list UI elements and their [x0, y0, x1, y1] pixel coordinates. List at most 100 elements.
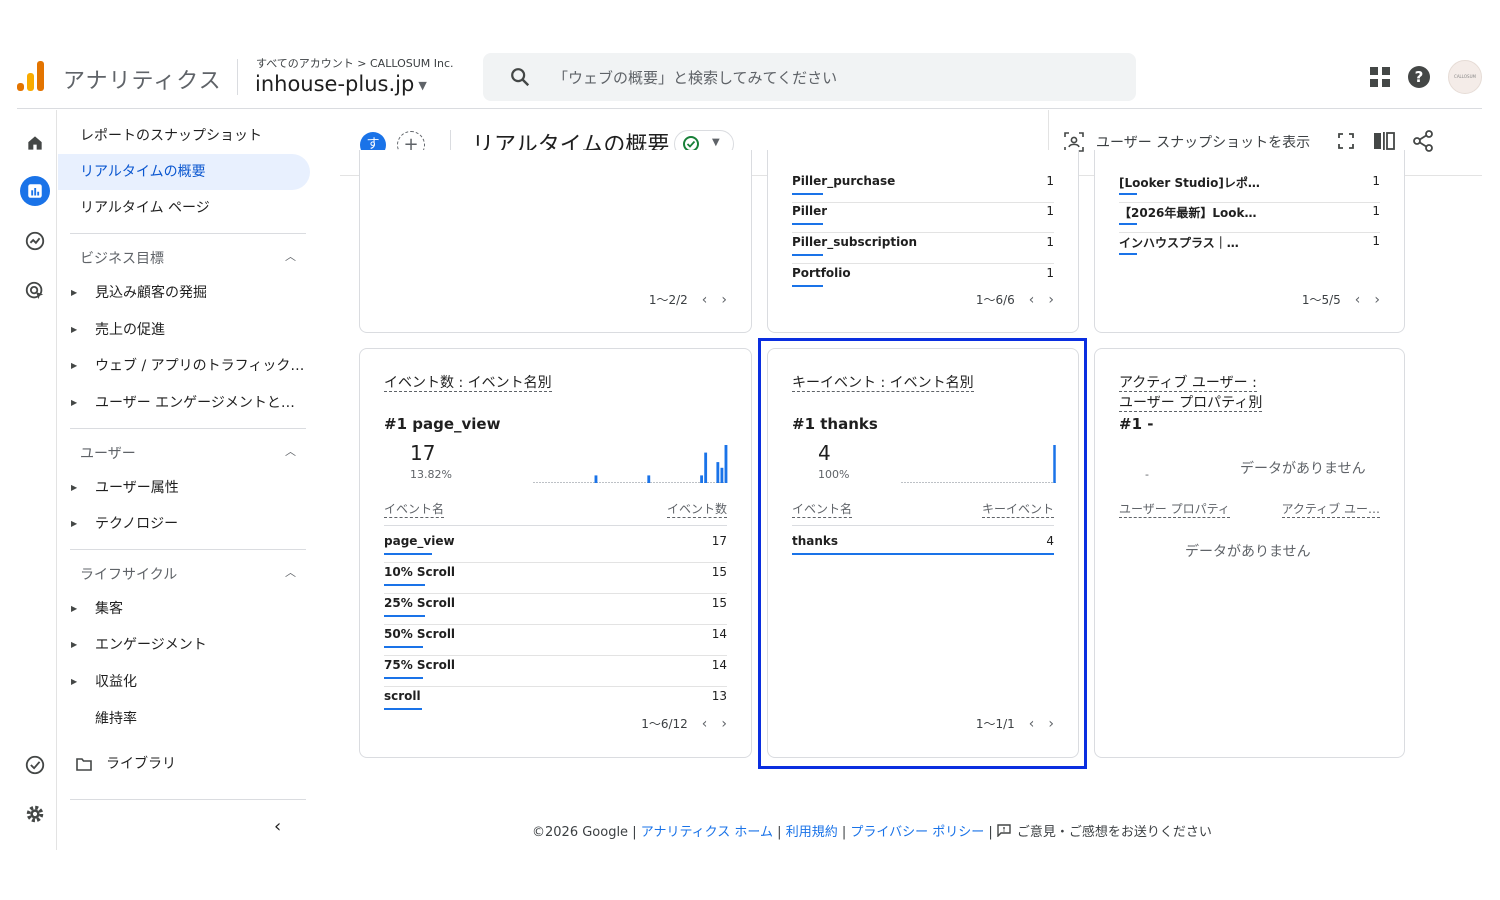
chevron-right-icon[interactable]: › — [1374, 292, 1380, 308]
section-lifecycle[interactable]: ライフサイクル ︿ — [80, 564, 296, 584]
advertising-icon[interactable] — [20, 276, 50, 306]
row-bar — [384, 615, 426, 617]
column-header-event-count[interactable]: イベント数 — [666, 500, 727, 518]
card-active-users-by-user-property: アクティブ ユーザー : ユーザー プロパティ別 #1 - - データがありませ… — [1094, 348, 1405, 758]
nav-item-technology[interactable]: ▶ テクノロジー — [58, 506, 310, 542]
feedback-link[interactable]: ご意見・ご感想をお送りください — [997, 824, 1212, 840]
reports-icon[interactable] — [20, 176, 50, 206]
section-business-objectives[interactable]: ビジネス目標 ︿ — [80, 248, 296, 268]
chevron-left-icon[interactable]: ‹ — [702, 292, 708, 308]
row-label: 10% Scroll — [384, 565, 456, 579]
apps-grid-icon[interactable] — [1370, 67, 1390, 87]
table-row[interactable]: Piller_subscription 1 — [792, 235, 1054, 266]
privacy-link[interactable]: プライバシー ポリシー — [850, 825, 984, 840]
table-row[interactable]: 【2026年最新】Look… 1 — [1119, 204, 1380, 235]
caret-down-icon: ▼ — [418, 78, 427, 92]
home-icon[interactable] — [20, 128, 50, 158]
nav-item-sales[interactable]: ▶ 売上の促進 — [58, 312, 310, 348]
property-selector[interactable]: inhouse-plus.jp ▼ — [255, 72, 427, 96]
table-row[interactable]: page_view 17 — [384, 534, 727, 565]
collapse-nav-chevron-left-icon[interactable]: ‹ — [274, 816, 281, 837]
top-app-bar: アナリティクス すべてのアカウント > CALLOSUM Inc. inhous… — [17, 45, 1482, 109]
row-value: 17 — [711, 534, 727, 548]
nav-item-acquisition[interactable]: ▶ 集客 — [58, 591, 310, 627]
footer-separator: | — [773, 825, 786, 840]
row-bar — [792, 193, 824, 195]
card-top-left: 1〜2/2 ‹ › — [359, 150, 752, 333]
chevron-right-icon[interactable]: › — [721, 292, 727, 308]
triangle-right-icon: ▶ — [71, 604, 78, 613]
table-row[interactable]: 50% Scroll 14 — [384, 627, 727, 658]
compare-columns-icon[interactable] — [1373, 131, 1395, 151]
row-bar — [384, 646, 424, 648]
sparkline-bar — [724, 445, 728, 483]
row-bar — [384, 677, 424, 679]
row-label: scroll — [384, 689, 421, 703]
pagination: 1〜5/5 ‹ › — [1302, 291, 1380, 308]
chevron-left-icon[interactable]: ‹ — [1355, 292, 1361, 308]
sparkline-bar — [704, 452, 708, 483]
nav-library[interactable]: ライブラリ — [58, 746, 310, 782]
nav-item-label: エンゲージメント — [95, 637, 207, 653]
row-label: Piller_purchase — [792, 174, 896, 188]
search-bar[interactable]: 「ウェブの概要」と検索してみてください — [483, 53, 1136, 101]
table-row[interactable]: Piller_purchase 1 — [792, 174, 1054, 205]
row-label: インハウスプラス｜… — [1119, 236, 1239, 250]
divider — [70, 799, 306, 800]
gear-icon[interactable] — [20, 799, 50, 829]
row-label: Piller_subscription — [792, 235, 917, 249]
table-row[interactable]: 25% Scroll 15 — [384, 596, 727, 627]
row-bar — [792, 223, 824, 225]
column-header-active-users[interactable]: アクティブ ユー… — [1281, 500, 1380, 518]
left-rail — [17, 110, 57, 850]
table-row[interactable]: Piller 1 — [792, 204, 1054, 235]
table-row[interactable]: 10% Scroll 15 — [384, 565, 727, 596]
nav-item-engagement-goal[interactable]: ▶ ユーザー エンゲージメントと… — [58, 385, 310, 421]
row-bar — [1119, 253, 1138, 255]
nav-realtime-pages[interactable]: リアルタイム ページ — [58, 190, 310, 226]
terms-link[interactable]: 利用規約 — [786, 825, 838, 840]
chevron-left-icon[interactable]: ‹ — [702, 716, 708, 732]
chevron-left-icon[interactable]: ‹ — [1029, 292, 1035, 308]
column-header-user-property[interactable]: ユーザー プロパティ — [1119, 500, 1230, 518]
analytics-home-link[interactable]: アナリティクス ホーム — [641, 825, 773, 840]
table-row[interactable]: インハウスプラス｜… 1 — [1119, 234, 1380, 265]
table-row[interactable]: 75% Scroll 14 — [384, 658, 727, 689]
chevron-right-icon[interactable]: › — [1048, 292, 1054, 308]
pagination-label: 1〜6/12 — [641, 717, 688, 731]
explore-icon[interactable] — [20, 226, 50, 256]
column-header-event-name[interactable]: イベント名 — [384, 500, 445, 518]
view-user-snapshot-button[interactable]: ユーザー スナップショットを表示 — [1064, 132, 1310, 152]
help-icon[interactable]: ? — [1408, 66, 1430, 88]
row-bar — [384, 553, 433, 555]
row-label: page_view — [384, 534, 455, 548]
footer-separator: | — [984, 825, 997, 840]
share-icon[interactable] — [1413, 130, 1433, 152]
nav-item-monetization[interactable]: ▶ 収益化 — [58, 664, 310, 700]
feedback-label: ご意見・ご感想をお送りください — [1016, 825, 1212, 840]
nav-item-engagement[interactable]: ▶ エンゲージメント — [58, 627, 310, 663]
chevron-right-icon[interactable]: › — [721, 716, 727, 732]
account-breadcrumb[interactable]: すべてのアカウント > CALLOSUM Inc. — [256, 55, 454, 71]
analytics-logo-icon[interactable] — [17, 59, 45, 91]
nav-item-label: ユーザー属性 — [95, 480, 179, 496]
card-title-text: イベント数 : イベント名別 — [384, 375, 552, 392]
avatar[interactable]: CALLOSUM — [1448, 60, 1482, 94]
fullscreen-icon[interactable] — [1337, 132, 1355, 150]
pagination: 1〜6/6 ‹ › — [976, 291, 1054, 308]
pagination-label: 1〜2/2 — [648, 293, 688, 307]
nav-realtime-overview[interactable]: リアルタイムの概要 — [58, 154, 310, 190]
card-title[interactable]: アクティブ ユーザー : ユーザー プロパティ別 — [1119, 373, 1263, 413]
nav-item-leads[interactable]: ▶ 見込み顧客の発掘 — [58, 275, 310, 311]
admin-check-icon[interactable] — [20, 750, 50, 780]
section-label: ビジネス目標 — [80, 251, 164, 267]
card-title[interactable]: イベント数 : イベント名別 — [384, 373, 552, 393]
nav-item-traffic[interactable]: ▶ ウェブ / アプリのトラフィック… — [58, 348, 310, 384]
nav-item-demographics[interactable]: ▶ ユーザー属性 — [58, 470, 310, 506]
nav-report-snapshot[interactable]: レポートのスナップショット — [58, 118, 310, 154]
app-title: アナリティクス — [63, 69, 222, 94]
section-user[interactable]: ユーザー ︿ — [80, 443, 296, 463]
nav-item-retention[interactable]: 維持率 — [58, 701, 310, 737]
table-row[interactable]: [Looker Studio]レポ… 1 — [1119, 174, 1380, 205]
folder-icon — [76, 758, 92, 771]
